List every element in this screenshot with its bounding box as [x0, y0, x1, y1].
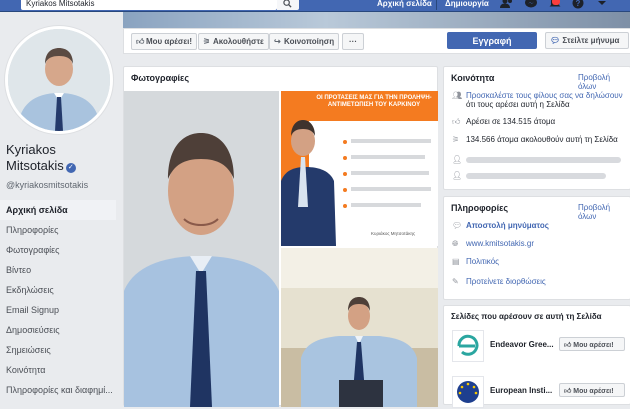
page-nav-community[interactable]: Κοινότητα: [0, 360, 116, 380]
suggest-edits-link[interactable]: Προτείνετε διορθώσεις: [466, 277, 546, 286]
pencil-icon: ✎: [452, 277, 459, 286]
like-page-button[interactable]: 👍︎ Μου αρέσει!: [559, 337, 625, 351]
follows-count: 134.566 άτομα ακολουθούν αυτή τη Σελίδα: [466, 135, 618, 144]
like-page-button[interactable]: 👍︎ Μου αρέσει!: [131, 33, 198, 50]
info-see-all-link[interactable]: Προβολή όλων: [578, 203, 630, 221]
poster-line: [351, 139, 431, 143]
invite-text-line1: Προσκαλέστε τους φίλους σας να δηλώσουν: [466, 91, 623, 100]
search-input[interactable]: Kyriakos Mitsotakis: [21, 0, 277, 10]
send-message-link[interactable]: Αποστολή μηνύματος: [466, 221, 549, 230]
notification-badge: [552, 0, 560, 5]
rss-icon: ⚞: [452, 135, 460, 144]
follow-label: Ακολουθήστε: [213, 37, 264, 46]
liked-pages-card: Σελίδες που αρέσουν σε αυτή τη Σελίδα En…: [443, 305, 630, 408]
photo-standing[interactable]: [281, 248, 438, 407]
blurred-text: [466, 157, 621, 163]
community-card: Κοινότητα Προβολή όλων 👥︎ Προσκαλέστε το…: [443, 66, 630, 190]
page-logo-endeavor[interactable]: [452, 330, 484, 362]
like-button-label: Μου αρέσει!: [573, 342, 614, 349]
rss-icon: ⚞: [203, 37, 211, 46]
search-icon: [283, 0, 292, 8]
info-title[interactable]: Πληροφορίες: [451, 203, 508, 213]
sign-up-button[interactable]: Εγγραφή: [447, 32, 537, 49]
friends-icon: 👤︎: [452, 155, 463, 164]
poster-line: [351, 155, 425, 159]
avatar: [8, 29, 110, 131]
page-nav-photos[interactable]: Φωτογραφίες: [0, 240, 116, 260]
blurred-text: [466, 173, 606, 179]
page-nav-notes[interactable]: Σημειώσεις: [0, 340, 116, 360]
category-link[interactable]: Πολιτικός: [466, 257, 499, 266]
photo-poster[interactable]: ΟΙ ΠΡΟΤΑΣΕΙΣ ΜΑΣ ΓΙΑ ΤΗΝ ΠΡΟΛΗΨΗ-ΑΝΤΙΜΕΤ…: [281, 91, 438, 246]
invite-text-line2: ότι τους αρέσει αυτή η Σελίδα: [466, 100, 570, 109]
page-nav-videos[interactable]: Βίντεο: [0, 260, 116, 280]
page-nav-home[interactable]: Αρχική σελίδα: [0, 200, 116, 220]
poster-heading: ΟΙ ΠΡΟΤΑΣΕΙΣ ΜΑΣ ΓΙΑ ΤΗΝ ΠΡΟΛΗΨΗ-ΑΝΤΙΜΕΤ…: [316, 95, 432, 108]
page-title-line1: Kyriakos: [6, 142, 56, 157]
like-page-button[interactable]: 👍︎ Μου αρέσει!: [559, 383, 625, 397]
messenger-icon: 💬︎: [452, 221, 463, 230]
photos-card: Φωτογραφίες ΟΙ ΠΡΟΤΑΣΕΙΣ ΜΑΣ ΓΙΑ ΤΗΝ ΠΡΟ…: [123, 66, 438, 407]
messenger-icon: 💬︎: [550, 36, 561, 45]
page-nav-events[interactable]: Εκδηλώσεις: [0, 280, 116, 300]
profile-picture[interactable]: [4, 25, 114, 135]
community-see-all-link[interactable]: Προβολή όλων: [578, 73, 630, 91]
verified-badge-icon: ✓: [65, 163, 76, 173]
top-navbar: Kyriakos Mitsotakis Αρχική σελίδα Δημιου…: [0, 0, 630, 12]
tag-icon: ▤: [452, 257, 460, 266]
page-title[interactable]: Kyriakos Mitsotakis ✓: [6, 142, 116, 174]
like-page-label: Μου αρέσει!: [146, 37, 193, 46]
share-button[interactable]: ↪ Κοινοποίηση: [269, 33, 340, 50]
info-card: Πληροφορίες Προβολή όλων 💬︎ Αποστολή μην…: [443, 196, 630, 300]
friend-requests-icon[interactable]: [500, 0, 514, 9]
poster-signature: Κυριάκος Μητσοτάκης: [371, 231, 416, 236]
more-options-button[interactable]: ···: [342, 33, 364, 50]
page-nav-posts[interactable]: Δημοσιεύσεις: [0, 320, 116, 340]
page-nav-info-ads[interactable]: Πληροφορίες και διαφημί...: [0, 380, 116, 400]
cover-photo[interactable]: [123, 12, 630, 28]
poster-line: [351, 171, 429, 175]
liked-pages-title[interactable]: Σελίδες που αρέσουν σε αυτή τη Σελίδα: [451, 312, 602, 321]
nav-home-link[interactable]: Αρχική σελίδα: [377, 0, 432, 8]
search-button[interactable]: [277, 0, 299, 10]
messenger-icon[interactable]: [524, 0, 538, 9]
follow-button[interactable]: ⚞ Ακολουθήστε: [198, 33, 269, 50]
share-label: Κοινοποίηση: [284, 37, 335, 46]
send-message-label: Στείλτε μήνυμα: [562, 36, 620, 45]
page-nav-about[interactable]: Πληροφορίες: [0, 220, 116, 240]
like-button-label: Μου αρέσει!: [573, 388, 614, 395]
invite-icon: 👥︎: [452, 91, 463, 100]
thumbs-up-icon: 👍︎: [136, 37, 145, 46]
page-logo-european-institute[interactable]: [452, 376, 484, 408]
help-icon[interactable]: ?: [572, 0, 586, 9]
friends-like-row: 👤︎: [452, 155, 622, 165]
page-nav-email-signup[interactable]: Email Signup: [0, 300, 116, 320]
page-title-line2: Mitsotakis: [6, 158, 64, 173]
poster-line: [351, 187, 431, 191]
thumbs-up-icon: 👍︎: [452, 117, 461, 126]
svg-text:?: ?: [576, 0, 581, 8]
page-handle[interactable]: @kyriakosmitsotakis: [6, 180, 88, 190]
community-title[interactable]: Κοινότητα: [451, 73, 494, 83]
page-nav: Αρχική σελίδα Πληροφορίες Φωτογραφίες Βί…: [0, 200, 116, 400]
photo-large[interactable]: [124, 91, 279, 407]
send-message-button[interactable]: 💬︎ Στείλτε μήνυμα: [545, 32, 629, 49]
nav-separator: [436, 0, 437, 10]
account-menu-icon[interactable]: [596, 0, 610, 9]
share-icon: ↪: [274, 37, 281, 46]
friends-follow-row: 👤︎: [452, 171, 622, 181]
globe-icon: 🌐︎: [452, 239, 459, 248]
website-link[interactable]: www.kmitsotakis.gr: [466, 239, 534, 248]
friends-icon: 👤︎: [452, 171, 463, 180]
nav-create-link[interactable]: Δημιουργία: [445, 0, 489, 8]
likes-count: Αρέσει σε 134.515 άτομα: [466, 117, 556, 126]
photos-title[interactable]: Φωτογραφίες: [131, 73, 189, 83]
liked-page-name[interactable]: Endeavor Gree...: [490, 340, 554, 349]
liked-page-name[interactable]: European Insti...: [490, 386, 552, 395]
poster-line: [351, 203, 421, 207]
